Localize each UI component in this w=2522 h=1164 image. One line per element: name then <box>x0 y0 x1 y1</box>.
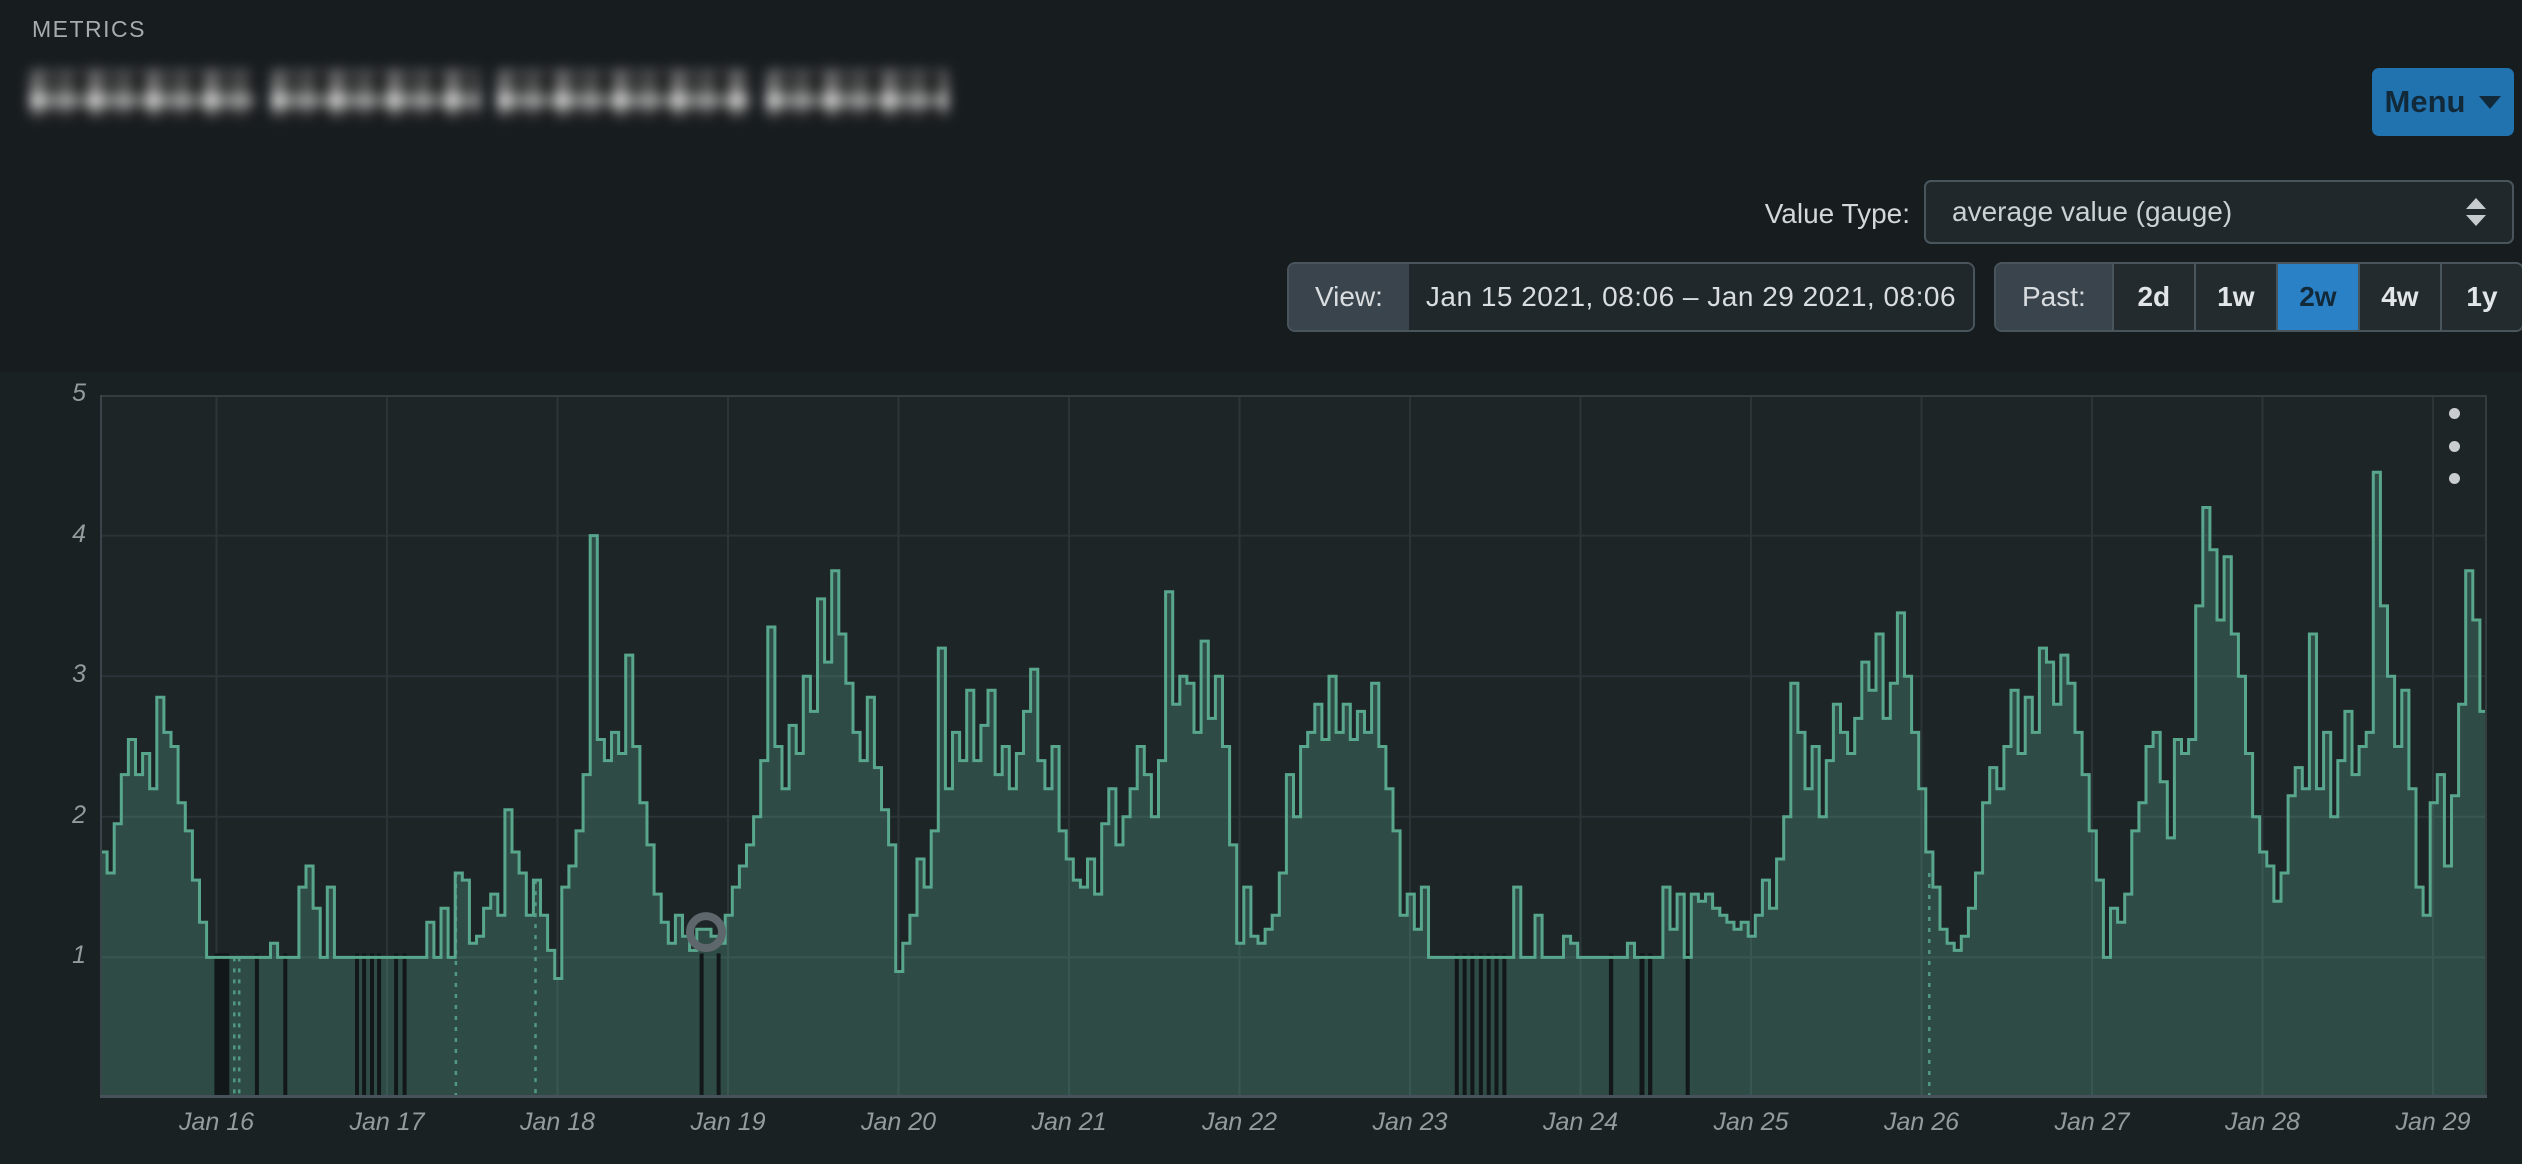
x-axis-tick-jan-17: Jan 17 <box>317 1108 457 1137</box>
view-range-control: View: Jan 15 2021, 08:06 – Jan 29 2021, … <box>1287 262 1975 332</box>
redacted-title-segment <box>30 71 255 117</box>
x-axis-tick-jan-16: Jan 16 <box>147 1108 287 1137</box>
page-eyebrow: METRICS <box>32 16 146 43</box>
x-axis-tick-jan-21: Jan 21 <box>999 1108 1139 1137</box>
x-axis-tick-jan-19: Jan 19 <box>658 1108 798 1137</box>
chart-menu-button[interactable] <box>2432 408 2476 484</box>
value-type-selected-option: average value (gauge) <box>1952 196 2466 228</box>
caret-down-icon <box>2479 96 2501 109</box>
x-axis-tick-jan-28: Jan 28 <box>2193 1108 2333 1137</box>
x-axis-tick-jan-24: Jan 24 <box>1511 1108 1651 1137</box>
y-axis-tick-1: 1 <box>26 941 86 970</box>
redacted-title <box>30 70 948 118</box>
x-axis-tick-jan-23: Jan 23 <box>1340 1108 1480 1137</box>
chart-panel: 5 4 3 2 1 Jan 16 Jan 17 Jan 18 Jan 19 Jan 20 Jan … <box>0 372 2522 1164</box>
x-axis-tick-jan-29: Jan 29 <box>2363 1108 2503 1137</box>
past-option-4w[interactable]: 4w <box>2358 264 2440 330</box>
metrics-screen: METRICS Menu Value Type: average value (… <box>0 0 2522 1164</box>
redacted-title-segment <box>766 71 948 117</box>
value-type-select[interactable]: average value (gauge) <box>1924 180 2514 244</box>
menu-button-label: Menu <box>2385 84 2466 120</box>
past-option-2d[interactable]: 2d <box>2112 264 2194 330</box>
x-axis-tick-jan-26: Jan 26 <box>1852 1108 1992 1137</box>
view-date-range[interactable]: Jan 15 2021, 08:06 – Jan 29 2021, 08:06 <box>1409 264 1973 330</box>
x-axis-tick-jan-27: Jan 27 <box>2022 1108 2162 1137</box>
past-label: Past: <box>1996 264 2112 330</box>
y-axis-tick-4: 4 <box>26 520 86 549</box>
menu-button[interactable]: Menu <box>2372 68 2514 136</box>
past-option-2w[interactable]: 2w <box>2276 264 2358 330</box>
y-axis-tick-2: 2 <box>26 801 86 830</box>
redacted-title-segment <box>497 71 750 117</box>
past-option-1y[interactable]: 1y <box>2440 264 2522 330</box>
view-label: View: <box>1289 264 1409 330</box>
past-option-1w[interactable]: 1w <box>2194 264 2276 330</box>
metrics-chart[interactable] <box>100 395 2487 1098</box>
y-axis-tick-3: 3 <box>26 660 86 689</box>
x-axis-tick-jan-20: Jan 20 <box>829 1108 969 1137</box>
y-axis-tick-5: 5 <box>26 379 86 408</box>
redacted-title-segment <box>271 71 481 117</box>
value-type-label: Value Type: <box>1560 198 1910 230</box>
past-range-control: Past: 2d1w2w4w1y <box>1994 262 2522 332</box>
chart-svg[interactable] <box>100 395 2487 1098</box>
select-stepper-icon <box>2466 198 2486 226</box>
x-axis-tick-jan-25: Jan 25 <box>1681 1108 1821 1137</box>
x-axis-tick-jan-18: Jan 18 <box>488 1108 628 1137</box>
x-axis-tick-jan-22: Jan 22 <box>1170 1108 1310 1137</box>
